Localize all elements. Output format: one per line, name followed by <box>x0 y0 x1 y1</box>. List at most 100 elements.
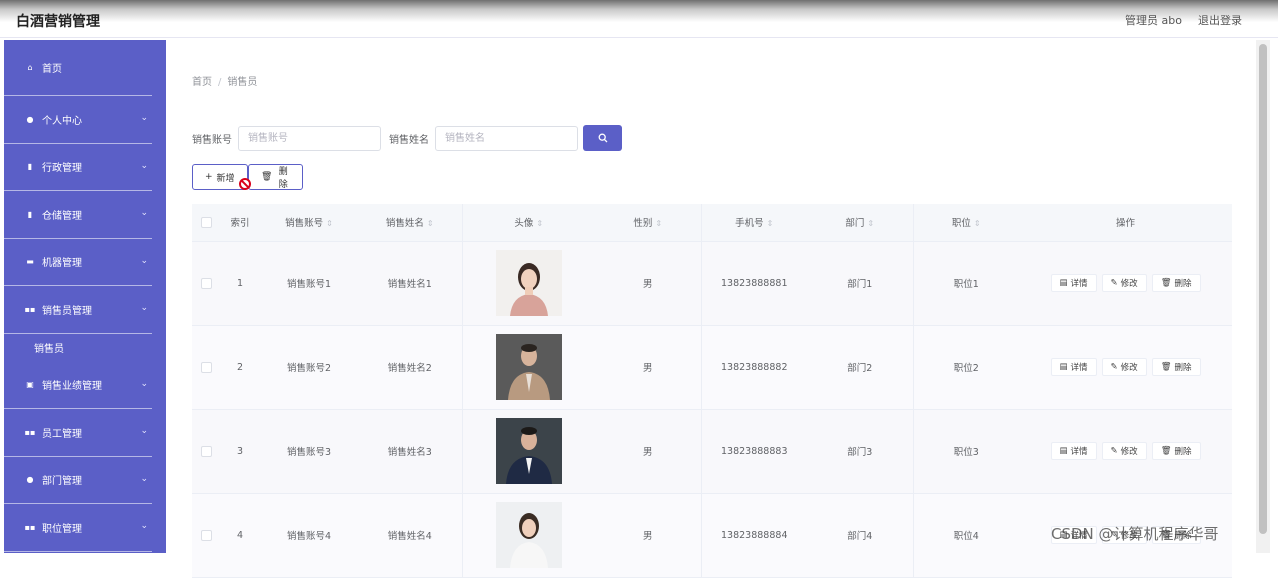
cell-account: 销售账号2 <box>260 325 358 410</box>
trash-icon: 🗑 <box>1160 446 1172 456</box>
sidebar-item-salesperson-mgmt[interactable]: ▪▪ 销售员管理 ⌄ <box>4 286 152 334</box>
sort-icon: ⇕ <box>426 219 434 229</box>
table-row: 1 销售账号1 销售姓名1 男 13823888881 部门1 职位1 ▤ 详情 … <box>192 241 1232 326</box>
delete-button-label: 删除 <box>278 167 288 190</box>
avatar[interactable] <box>495 250 562 316</box>
row-checkbox[interactable] <box>200 361 212 373</box>
column-header-actions: 操作 <box>1019 204 1232 242</box>
cell-phone: 13823888882 <box>700 325 807 410</box>
column-header-account[interactable]: 销售账号 ⇕ <box>260 204 358 242</box>
main-content: 首页/销售员 销售账号 销售姓名 + 新增 🗑 删除 索引 销售账号⇕ 销售姓名… <box>166 40 1256 578</box>
cell-name: 销售姓名2 <box>358 325 462 410</box>
row-checkbox[interactable] <box>200 277 212 289</box>
cell-gender: 男 <box>595 325 701 410</box>
detail-button[interactable]: ▤ 详情 <box>1050 358 1097 376</box>
sidebar-item-label: 销售员管理 <box>42 305 92 317</box>
column-header-department[interactable]: 部门 ⇕ <box>807 204 913 242</box>
row-select-cell <box>192 325 220 410</box>
cell-index: 1 <box>220 241 260 326</box>
row-select-cell <box>192 493 220 578</box>
avatar[interactable] <box>495 334 562 400</box>
edit-button[interactable]: ✎ 修改 <box>1101 442 1147 460</box>
cell-position: 职位3 <box>912 409 1019 494</box>
top-header: 白酒营销管理 管理员 abo 退出登录 <box>0 0 1278 38</box>
forbidden-cursor-icon <box>239 178 251 190</box>
cell-department: 部门1 <box>807 241 913 326</box>
avatar[interactable] <box>495 418 562 484</box>
column-header-gender[interactable]: 性别 ⇕ <box>595 204 701 242</box>
cell-index: 3 <box>220 409 260 494</box>
detail-icon: ▤ <box>1059 362 1068 372</box>
cell-position: 职位1 <box>912 241 1019 326</box>
name-search-input[interactable] <box>435 125 578 151</box>
column-header-avatar[interactable]: 头像 ⇕ <box>461 204 595 242</box>
doc-icon: ▮ <box>27 162 33 172</box>
plus-icon: + <box>205 172 213 182</box>
sort-icon: ⇕ <box>973 219 981 229</box>
cell-gender: 男 <box>595 409 701 494</box>
row-checkbox[interactable] <box>200 445 212 457</box>
delete-button[interactable]: 🗑 删除 <box>1151 274 1201 292</box>
trash-icon: 🗑 <box>1160 278 1172 288</box>
sidebar-item-machine[interactable]: ▬ 机器管理 ⌄ <box>4 239 152 286</box>
column-header-name[interactable]: 销售姓名 ⇕ <box>358 204 462 242</box>
sidebar-item-label: 职位管理 <box>42 523 82 535</box>
sidebar-item-personal-center[interactable]: ● 个人中心 ⌄ <box>4 96 152 144</box>
cell-avatar <box>461 241 595 326</box>
delete-button[interactable]: 🗑 删除 <box>1151 442 1201 460</box>
sort-icon: ⇕ <box>655 219 663 229</box>
sidebar-item-label: 部门管理 <box>42 476 82 488</box>
column-header-index: 索引 <box>220 204 260 242</box>
select-all-checkbox[interactable] <box>200 216 212 228</box>
delete-button[interactable]: 🗑 删除 <box>1151 358 1201 376</box>
chevron-down-icon: ⌄ <box>140 473 148 484</box>
cell-phone: 13823888883 <box>700 409 807 494</box>
edit-button[interactable]: ✎ 修改 <box>1101 358 1147 376</box>
logout-link[interactable]: 退出登录 <box>1198 12 1242 28</box>
action-buttons: + 新增 🗑 删除 <box>192 164 303 190</box>
sidebar-item-department[interactable]: ● 部门管理 ⌄ <box>4 457 152 504</box>
sidebar-item-sales-performance[interactable]: ▣ 销售业绩管理 ⌄ <box>4 362 152 409</box>
breadcrumb-separator: / <box>218 77 222 88</box>
name-search-label: 销售姓名 <box>389 134 429 146</box>
avatar[interactable] <box>495 502 562 568</box>
cell-name: 销售姓名3 <box>358 409 462 494</box>
sort-icon: ⇕ <box>536 219 544 229</box>
sidebar-item-position[interactable]: ▪▪ 职位管理 ⌄ <box>4 504 152 552</box>
cell-name: 销售姓名4 <box>358 493 462 578</box>
search-button[interactable] <box>583 125 622 151</box>
edit-button[interactable]: ✎ 修改 <box>1101 274 1147 292</box>
column-header-phone[interactable]: 手机号 ⇕ <box>700 204 807 242</box>
column-header-position[interactable]: 职位 ⇕ <box>912 204 1019 242</box>
sidebar-subitem-salesperson[interactable]: 销售员 <box>4 334 166 362</box>
row-select-cell <box>192 409 220 494</box>
cell-position: 职位2 <box>912 325 1019 410</box>
chevron-down-icon: ⌄ <box>140 160 148 171</box>
header-user-area: 管理员 abo 退出登录 <box>1125 12 1242 28</box>
account-search-input[interactable] <box>238 125 381 151</box>
sidebar-item-warehouse[interactable]: ▮ 仓储管理 ⌄ <box>4 191 152 239</box>
cell-department: 部门3 <box>807 409 913 494</box>
row-checkbox[interactable] <box>200 529 212 541</box>
edit-icon: ✎ <box>1110 362 1118 372</box>
sidebar-item-employee[interactable]: ▪▪ 员工管理 ⌄ <box>4 409 152 457</box>
cell-department: 部门2 <box>807 325 913 410</box>
cell-gender: 男 <box>595 493 701 578</box>
detail-button[interactable]: ▤ 详情 <box>1050 442 1097 460</box>
batch-delete-button[interactable]: 🗑 删除 <box>248 164 303 190</box>
breadcrumb-current: 销售员 <box>227 77 258 88</box>
cell-index: 4 <box>220 493 260 578</box>
detail-button[interactable]: ▤ 详情 <box>1050 274 1097 292</box>
scrollbar-thumb[interactable] <box>1259 44 1267 534</box>
vertical-scrollbar[interactable] <box>1256 40 1270 553</box>
cell-account: 销售账号4 <box>260 493 358 578</box>
sidebar-item-home[interactable]: ⌂ 首页 <box>4 40 152 96</box>
image-icon: ▣ <box>26 380 34 390</box>
cell-phone: 13823888884 <box>700 493 807 578</box>
app-title: 白酒营销管理 <box>16 14 100 30</box>
sidebar-item-label: 首页 <box>42 64 62 75</box>
cell-name: 销售姓名1 <box>358 241 462 326</box>
breadcrumb-home-link[interactable]: 首页 <box>192 77 212 88</box>
sidebar-item-admin[interactable]: ▮ 行政管理 ⌄ <box>4 144 152 191</box>
card-icon: ▬ <box>26 257 34 267</box>
